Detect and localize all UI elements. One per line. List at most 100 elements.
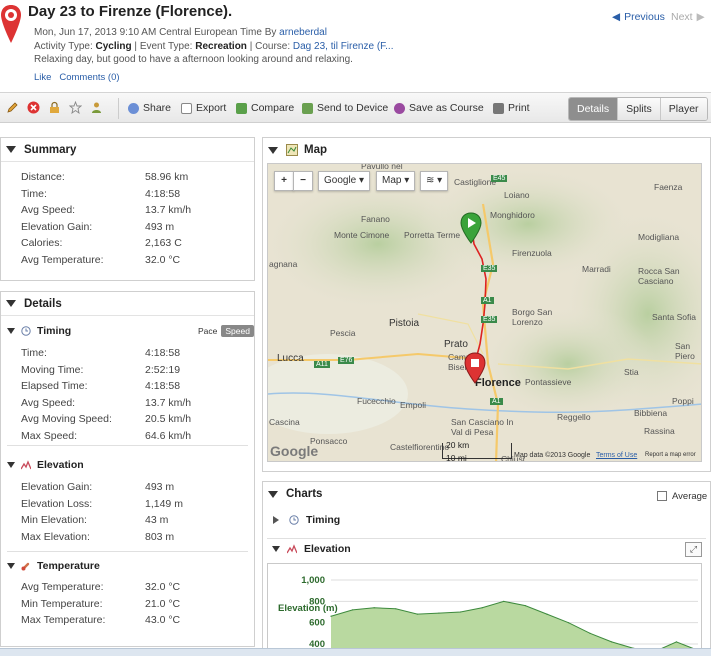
elevation-subheader[interactable]: Elevation (7, 459, 84, 471)
expand-chart-icon[interactable]: ⤢ (685, 542, 702, 557)
y-tick-label: 600 (309, 618, 325, 629)
timing-stat-value: 4:18:58 (145, 347, 181, 359)
temperature-title: Temperature (37, 560, 100, 572)
tab-player[interactable]: Player (659, 98, 707, 120)
timing-stat-label: Elapsed Time: (21, 380, 88, 392)
device-icon (302, 102, 313, 114)
map-place: Castelfiorentino (390, 442, 450, 452)
chevron-down-icon: ▾ (404, 175, 410, 186)
compare-button[interactable]: Compare (236, 102, 294, 114)
map-type-select[interactable]: Map ▾ (376, 171, 416, 191)
end-marker-icon[interactable] (464, 352, 486, 384)
save-as-course-label: Save as Course (409, 102, 484, 114)
activity-type-value[interactable]: Cycling (96, 41, 132, 52)
delete-icon[interactable] (27, 101, 40, 114)
taskbar-strip (0, 648, 711, 656)
elevation-chart: 1,000 800 600 400 Elevation (m) (267, 563, 702, 656)
collapse-triangle-icon (6, 146, 16, 153)
lock-icon[interactable] (48, 101, 61, 114)
comments-link[interactable]: Comments (0) (59, 72, 119, 83)
previous-link[interactable]: ◀ Previous (612, 11, 665, 23)
star-icon[interactable] (69, 101, 82, 114)
charts-header[interactable]: Charts (263, 482, 710, 506)
timing-stat-label: Max Speed: (21, 429, 78, 442)
next-link[interactable]: Next ▶ (671, 11, 705, 23)
print-label: Print (508, 102, 530, 114)
map-attribution: Map data ©2013 Google (514, 452, 591, 459)
terms-link[interactable]: Terms of Use (596, 452, 637, 459)
export-label: Export (196, 102, 227, 114)
elevation-chart-toggle[interactable]: Elevation (272, 543, 351, 555)
elevation-stat-label: Max Elevation: (21, 530, 90, 543)
map-place: agnana (269, 259, 298, 269)
divider (7, 445, 248, 446)
course-label: Course: (255, 41, 291, 52)
pencil-icon[interactable] (6, 101, 19, 114)
map-provider-select[interactable]: Google ▾ (318, 171, 371, 191)
event-type-value[interactable]: Recreation (195, 41, 247, 52)
separator: | (134, 41, 138, 52)
activity-title[interactable]: Day 23 to Firenze (Florence). (28, 3, 232, 20)
activity-description[interactable]: Relaxing day, but good to have a afterno… (34, 54, 353, 65)
map-canvas[interactable]: + − Google ▾ Map ▾ ≋ ▾ Pavullo nel Fanan… (267, 163, 702, 462)
layers-icon: ≋ (426, 175, 435, 186)
activity-header: Day 23 to Firenze (Florence). Mon, Jun 1… (0, 0, 711, 92)
tab-details[interactable]: Details (569, 98, 618, 120)
export-button[interactable]: Export (181, 102, 226, 114)
pace-option[interactable]: Pace (194, 325, 221, 337)
elevation-point (567, 622, 570, 624)
elevation-point (373, 607, 375, 609)
course-link[interactable]: Dag 23, til Firenze (F... (293, 41, 394, 52)
map-place: Prato (444, 339, 468, 350)
map-place: Monte Cimone (334, 230, 390, 240)
elevation-point (351, 609, 354, 611)
average-checkbox[interactable] (657, 491, 667, 501)
divider (7, 551, 248, 552)
temperature-stat-value: 21.0 °C (145, 597, 181, 610)
map-place: Bibbiena (634, 408, 668, 418)
speed-option[interactable]: Speed (221, 325, 254, 337)
summary-header[interactable]: Summary (1, 138, 254, 162)
elevation-point (330, 615, 332, 617)
elevation-stat-label: Min Elevation: (21, 514, 87, 526)
summary-title: Summary (24, 143, 77, 156)
send-to-device-button[interactable]: Send to Device (302, 102, 388, 114)
save-as-course-button[interactable]: Save as Course (394, 102, 484, 114)
elevation-point (589, 632, 591, 634)
report-error-link[interactable]: Report a map error (645, 452, 696, 458)
road-shield: E35 (481, 316, 498, 323)
export-icon (181, 102, 192, 114)
map-place: Firenzuola (512, 248, 552, 258)
collapse-triangle-icon (268, 490, 278, 498)
provider-label: Google (324, 175, 357, 186)
road-shield: E76 (338, 357, 355, 364)
temperature-stat-value: 32.0 °C (145, 581, 181, 593)
share-label: Share (143, 102, 172, 114)
edit-icons-group (6, 101, 103, 114)
elevation-icon (287, 544, 297, 554)
map-place: Pistoia (389, 318, 420, 329)
print-button[interactable]: Print (493, 102, 530, 114)
map-header[interactable]: Map (263, 138, 710, 162)
timing-chart-toggle[interactable]: Timing (273, 514, 340, 526)
like-link[interactable]: Like (34, 72, 51, 83)
send-to-device-label: Send to Device (317, 102, 389, 114)
summary-stat-value: 58.96 km (145, 171, 189, 183)
author-link[interactable]: arneberdal (279, 27, 327, 38)
toolbar-separator (118, 98, 119, 119)
zoom-out-button[interactable]: − (293, 171, 313, 191)
compare-icon (236, 102, 247, 114)
people-icon[interactable] (90, 101, 103, 114)
temperature-subheader[interactable]: Temperature (7, 560, 100, 572)
tab-splits[interactable]: Splits (617, 98, 660, 120)
collapse-triangle-icon (7, 563, 15, 569)
zoom-in-button[interactable]: + (274, 171, 294, 191)
timing-subheader[interactable]: Timing (7, 325, 71, 337)
summary-stat-value: 32.0 °C (145, 254, 181, 266)
map-place: Castiglione (454, 177, 497, 187)
layers-select[interactable]: ≋ ▾ (420, 171, 449, 191)
start-marker-icon[interactable] (460, 212, 482, 244)
details-header[interactable]: Details (1, 292, 254, 316)
summary-stat-label: Elevation Gain: (21, 220, 93, 233)
share-button[interactable]: Share (128, 102, 171, 114)
